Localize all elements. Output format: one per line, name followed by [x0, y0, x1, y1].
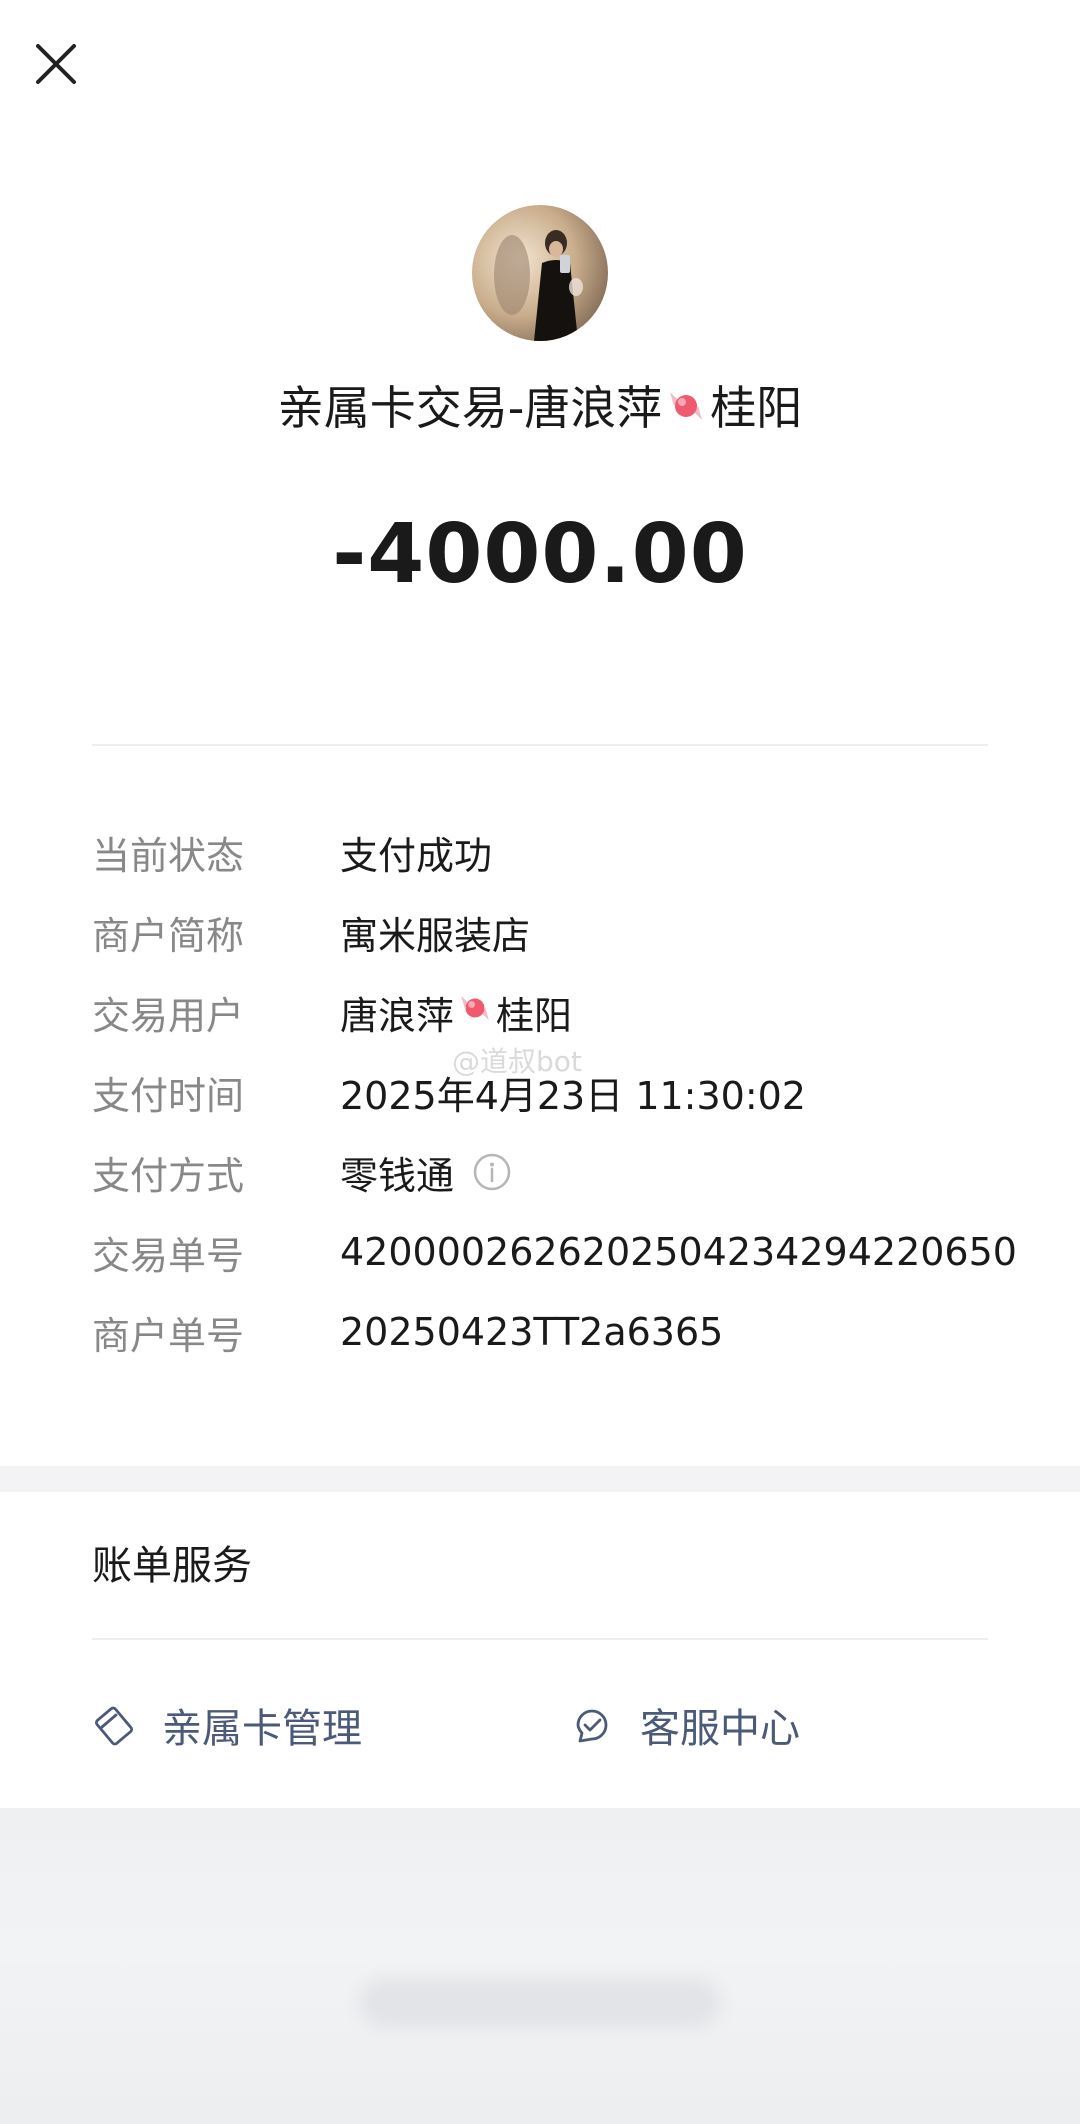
detail-label: 支付时间	[92, 1073, 245, 1118]
user-location: 桂阳	[496, 993, 573, 1038]
family-card-management-label: 亲属卡管理	[162, 1706, 362, 1752]
detail-value: 4200002626202504234294220650	[340, 1230, 1017, 1274]
bill-services-divider	[92, 1638, 988, 1640]
detail-row-payment-method: 支付方式 零钱通	[92, 1132, 992, 1212]
transaction-amount: -4000.00	[332, 507, 748, 602]
avatar	[472, 205, 608, 341]
blurred-content	[360, 1978, 720, 2028]
transaction-details: 当前状态 支付成功 商户简称 寓米服装店 交易用户 唐浪萍 桂阳 支付时间 20…	[92, 812, 1017, 1372]
detail-label: 交易单号	[92, 1233, 245, 1278]
payment-method-value: 零钱通	[340, 1153, 455, 1198]
detail-value: 寓米服装店	[340, 913, 531, 958]
detail-label: 商户单号	[92, 1313, 245, 1358]
detail-row-merchant-order-id: 商户单号 20250423TT2a6365	[92, 1292, 992, 1372]
detail-label: 商户简称	[92, 913, 245, 958]
watermark: @道叔bot	[452, 1045, 582, 1078]
title-suffix: 桂阳	[710, 381, 803, 435]
detail-value: 20250423TT2a6365	[340, 1310, 724, 1354]
detail-row-status: 当前状态 支付成功	[92, 812, 992, 892]
detail-value: 唐浪萍 桂阳	[340, 985, 572, 1040]
detail-row-transaction-id: 交易单号 4200002626202504234294220650	[92, 1212, 1017, 1292]
candy-emoji-icon	[664, 374, 708, 450]
detail-label: 交易用户	[92, 993, 245, 1038]
detail-label: 支付方式	[92, 1153, 245, 1198]
user-name: 唐浪萍	[340, 993, 455, 1038]
transaction-title: 亲属卡交易-唐浪萍 桂阳	[0, 370, 1080, 450]
close-button[interactable]	[28, 36, 84, 92]
candy-emoji-icon	[456, 989, 494, 1036]
detail-label: 当前状态	[92, 833, 245, 878]
customer-service-link[interactable]: 客服中心	[570, 1692, 800, 1758]
info-icon[interactable]	[472, 1152, 512, 1192]
close-icon	[36, 44, 76, 84]
detail-row-merchant: 商户简称 寓米服装店	[92, 892, 992, 972]
blurred-footer	[0, 1808, 1080, 2124]
amount-divider	[92, 744, 988, 746]
family-card-icon	[94, 1706, 134, 1746]
customer-service-icon	[576, 1709, 608, 1743]
customer-service-label: 客服中心	[640, 1706, 800, 1752]
family-card-management-link[interactable]: 亲属卡管理	[92, 1692, 362, 1758]
detail-value: 支付成功	[340, 833, 493, 878]
title-prefix: 亲属卡交易-唐浪萍	[277, 381, 663, 435]
section-separator	[0, 1466, 1080, 1492]
bill-services-title: 账单服务	[92, 1543, 252, 1589]
detail-value: 零钱通	[340, 1145, 512, 1200]
